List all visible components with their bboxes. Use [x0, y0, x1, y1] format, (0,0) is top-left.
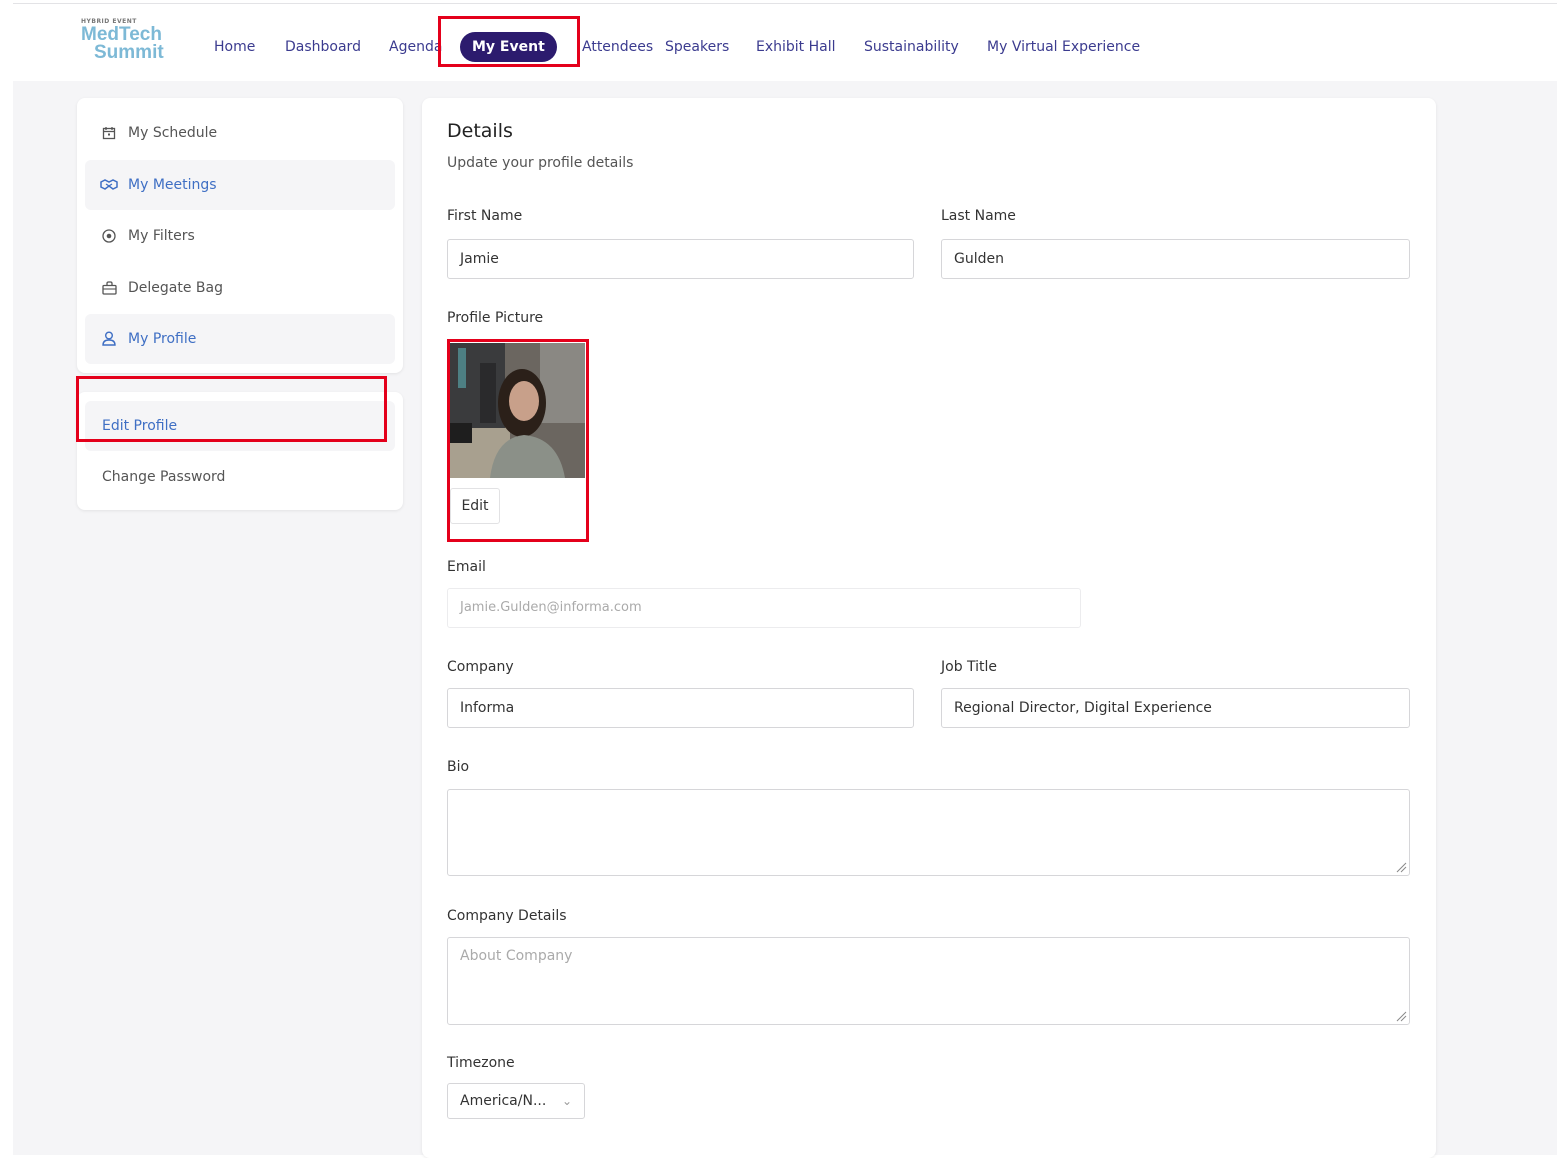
last-name-field[interactable]: Gulden [941, 239, 1410, 279]
sidebar-item-my-meetings[interactable]: My Meetings [85, 160, 395, 210]
email-label: Email [447, 559, 486, 575]
bio-textarea[interactable] [447, 789, 1410, 876]
sidebar-item-label: My Filters [128, 228, 195, 244]
chevron-down-icon: ⌄ [561, 1094, 572, 1108]
edit-picture-button[interactable]: Edit [450, 488, 500, 524]
sidebar-item-label: My Meetings [128, 177, 217, 193]
submenu-change-password[interactable]: Change Password [85, 452, 395, 502]
handshake-icon [100, 160, 118, 212]
sidebar-item-delegate-bag[interactable]: Delegate Bag [85, 263, 395, 313]
sidebar-item-label: My Schedule [128, 125, 218, 141]
sidebar-item-label: Delegate Bag [128, 280, 223, 296]
page-subtitle: Update your profile details [447, 155, 634, 171]
profile-details-card: Details Update your profile details Firs… [422, 98, 1436, 1158]
submenu-edit-profile[interactable]: Edit Profile [85, 401, 395, 451]
nav-agenda[interactable]: Agenda [389, 32, 442, 62]
nav-my-virtual-experience[interactable]: My Virtual Experience [987, 32, 1140, 62]
job-title-field[interactable]: Regional Director, Digital Experience [941, 688, 1410, 728]
timezone-label: Timezone [447, 1055, 515, 1071]
last-name-label: Last Name [941, 208, 1016, 224]
nav-my-event[interactable]: My Event [460, 32, 557, 62]
bag-icon [100, 263, 118, 316]
company-label: Company [447, 659, 514, 675]
sidebar-menu: My Schedule My Meetings My Filters Deleg… [77, 98, 403, 373]
resize-handle-icon[interactable] [1395, 861, 1407, 873]
medtech-summit-logo[interactable]: HYBRID EVENT MedTech Summit [81, 18, 181, 70]
calendar-icon [100, 108, 118, 161]
page-title: Details [447, 120, 513, 142]
job-title-label: Job Title [941, 659, 998, 675]
sidebar-item-my-filters[interactable]: My Filters [85, 211, 395, 261]
nav-sustainability[interactable]: Sustainability [864, 32, 959, 62]
nav-home[interactable]: Home [214, 32, 255, 62]
first-name-field[interactable]: Jamie [447, 239, 914, 279]
resize-handle-icon[interactable] [1395, 1010, 1407, 1022]
email-field: Jamie.Gulden@informa.com [447, 588, 1081, 628]
nav-attendees[interactable]: Attendees [578, 32, 654, 62]
profile-submenu: Edit Profile Change Password [77, 392, 403, 510]
nav-dashboard[interactable]: Dashboard [285, 32, 361, 62]
sidebar-item-my-profile[interactable]: My Profile [85, 314, 395, 364]
sidebar-item-label: My Profile [128, 331, 197, 347]
profile-picture-label: Profile Picture [447, 310, 544, 326]
company-details-placeholder: About Company [460, 948, 573, 964]
user-icon [100, 314, 118, 367]
nav-speakers[interactable]: Speakers [665, 32, 729, 62]
target-icon [100, 211, 118, 264]
first-name-label: First Name [447, 208, 523, 224]
company-details-label: Company Details [447, 908, 567, 924]
company-details-textarea[interactable]: About Company [447, 937, 1410, 1025]
timezone-select[interactable]: America/N... ⌄ [447, 1083, 585, 1119]
company-field[interactable]: Informa [447, 688, 914, 728]
profile-picture [450, 343, 585, 478]
nav-exhibit-hall[interactable]: Exhibit Hall [756, 32, 836, 62]
sidebar-item-my-schedule[interactable]: My Schedule [85, 108, 395, 158]
bio-label: Bio [447, 759, 470, 775]
top-navigation-bar: HYBRID EVENT MedTech Summit Home Dashboa… [13, 4, 1557, 81]
timezone-value: America/N... [460, 1093, 547, 1109]
logo-line-2: Summit [94, 42, 164, 63]
